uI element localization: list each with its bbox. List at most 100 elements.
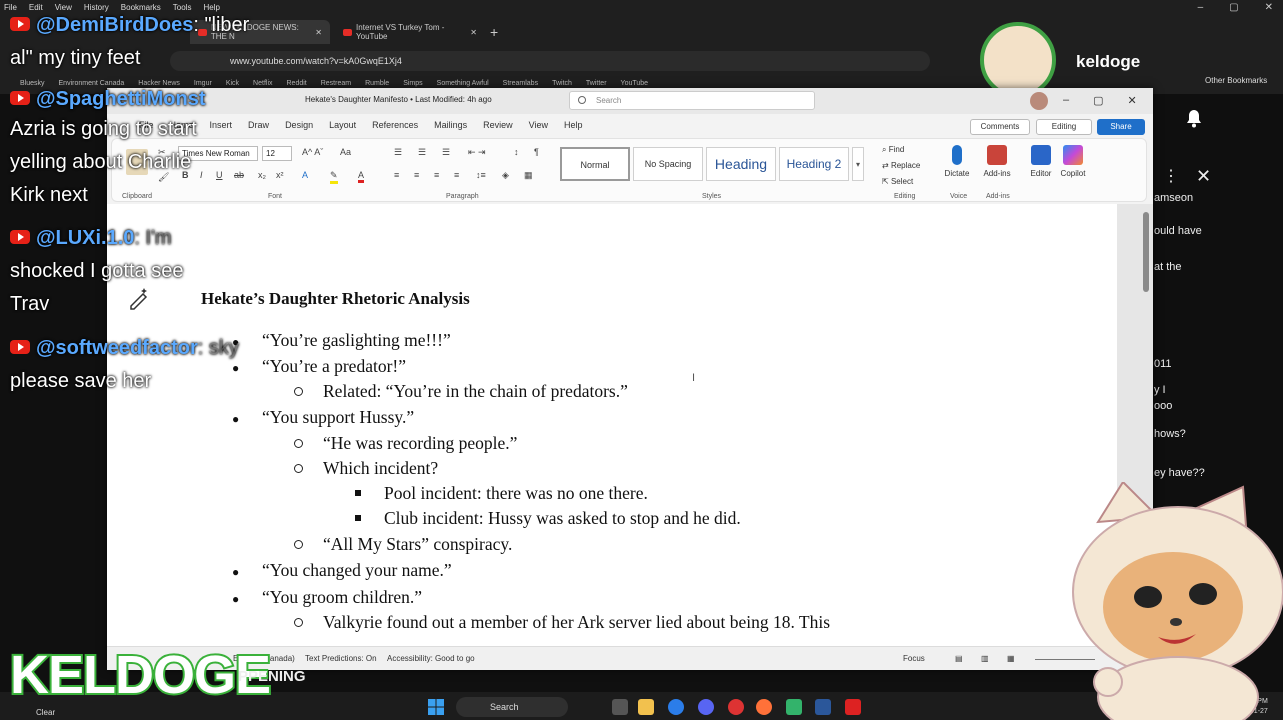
read-mode-icon[interactable]: ▤ bbox=[955, 654, 963, 663]
word-icon[interactable] bbox=[815, 699, 831, 715]
styles-expand-icon[interactable]: ▾ bbox=[852, 147, 864, 181]
browser-tab[interactable]: Internet VS Turkey Tom - YouTube ✕ bbox=[335, 20, 485, 44]
dictate-button[interactable]: Dictate bbox=[940, 145, 974, 178]
account-avatar[interactable] bbox=[1030, 92, 1048, 110]
borders-icon[interactable]: ▦ bbox=[524, 170, 533, 181]
menu-file[interactable]: File bbox=[4, 3, 17, 12]
word-search-input[interactable]: Search bbox=[569, 91, 815, 110]
justify-icon[interactable]: ≡ bbox=[454, 170, 459, 180]
channel-name: keldoge bbox=[1076, 52, 1141, 71]
maximize-icon[interactable]: ▢ bbox=[1093, 94, 1103, 107]
menu-bookmarks[interactable]: Bookmarks bbox=[121, 3, 161, 12]
chat-text: : I'm bbox=[134, 227, 172, 249]
firefox-icon[interactable] bbox=[756, 699, 772, 715]
notifications-bell-icon[interactable] bbox=[1185, 108, 1203, 128]
maximize-icon[interactable]: ▢ bbox=[1229, 2, 1238, 13]
highlight-icon[interactable]: ✎ bbox=[330, 170, 338, 184]
menu-view[interactable]: View bbox=[55, 3, 72, 12]
discord-icon[interactable] bbox=[698, 699, 714, 715]
tab-close-icon[interactable]: ✕ bbox=[470, 28, 477, 37]
web-layout-icon[interactable]: ▦ bbox=[1007, 654, 1015, 663]
more-options-icon[interactable]: ⋮ bbox=[1163, 166, 1179, 186]
file-explorer-icon[interactable] bbox=[638, 699, 654, 715]
line-spacing-icon[interactable]: ↕≡ bbox=[476, 170, 486, 180]
select-button[interactable]: ⇱ Select bbox=[882, 177, 913, 186]
share-button[interactable]: Share bbox=[1097, 119, 1145, 135]
style-no-spacing[interactable]: No Spacing bbox=[633, 147, 703, 181]
bullet-dot: ● bbox=[232, 592, 240, 606]
menu-edit[interactable]: Edit bbox=[29, 3, 43, 12]
chat-text: Kirk next bbox=[10, 184, 88, 206]
align-left-icon[interactable]: ≡ bbox=[394, 170, 399, 180]
tab-references[interactable]: References bbox=[364, 116, 426, 136]
browser-menu-bar: File Edit View History Bookmarks Tools H… bbox=[0, 0, 1283, 14]
bookmark-item[interactable]: Twitter bbox=[586, 80, 607, 87]
addins-button[interactable]: Add-ins bbox=[980, 145, 1014, 178]
windows-start-icon[interactable] bbox=[428, 699, 444, 715]
multilevel-list-icon[interactable]: ☰ bbox=[442, 147, 450, 158]
replace-button[interactable]: ⇄ Replace bbox=[882, 161, 920, 170]
bookmark-item[interactable]: Restream bbox=[321, 80, 351, 87]
align-right-icon[interactable]: ≡ bbox=[434, 170, 439, 180]
weather-widget[interactable]: Clear bbox=[36, 708, 55, 717]
align-center-icon[interactable]: ≡ bbox=[414, 170, 419, 180]
youtube-icon bbox=[10, 229, 30, 244]
tab-layout[interactable]: Layout bbox=[321, 116, 364, 136]
close-icon[interactable]: ✕ bbox=[1128, 94, 1137, 107]
comments-button[interactable]: Comments bbox=[970, 119, 1030, 135]
close-chat-icon[interactable]: ✕ bbox=[1196, 166, 1211, 187]
menu-history[interactable]: History bbox=[84, 3, 109, 12]
tab-mailings[interactable]: Mailings bbox=[426, 116, 475, 136]
bookmark-item[interactable]: Streamlabs bbox=[503, 80, 538, 87]
bookmark-item[interactable]: Rumble bbox=[365, 80, 389, 87]
style-heading-1[interactable]: Heading bbox=[706, 147, 776, 181]
editing-mode-button[interactable]: Editing bbox=[1036, 119, 1092, 135]
pilcrow-icon[interactable]: ¶ bbox=[534, 147, 539, 157]
find-button[interactable]: ⌕ Find bbox=[882, 145, 904, 155]
tab-close-icon[interactable]: ✕ bbox=[315, 28, 322, 37]
task-view-icon[interactable] bbox=[612, 699, 628, 715]
indent-icon[interactable]: ⇤ ⇥ bbox=[468, 147, 486, 158]
edge-icon[interactable] bbox=[668, 699, 684, 715]
group-label: Add-ins bbox=[986, 193, 1010, 200]
new-tab-button[interactable]: + bbox=[490, 24, 498, 40]
bullets-icon[interactable]: ☰ bbox=[394, 147, 402, 158]
accessibility-status[interactable]: Accessibility: Good to go bbox=[387, 654, 475, 663]
menu-help[interactable]: Help bbox=[203, 3, 219, 12]
tab-view[interactable]: View bbox=[521, 116, 556, 136]
grow-font-icon[interactable]: A^ Aˇ bbox=[302, 147, 323, 157]
addins-icon bbox=[987, 145, 1007, 165]
print-layout-icon[interactable]: ▥ bbox=[981, 654, 989, 663]
minimize-icon[interactable]: – bbox=[1198, 2, 1204, 13]
tab-help[interactable]: Help bbox=[556, 116, 591, 136]
document-title[interactable]: Hekate's Daughter Manifesto • Last Modif… bbox=[305, 95, 492, 104]
focus-button[interactable]: Focus bbox=[903, 654, 925, 663]
text-effects-icon[interactable]: A bbox=[302, 170, 308, 180]
menu-tools[interactable]: Tools bbox=[173, 3, 192, 12]
numbering-icon[interactable]: ☰ bbox=[418, 147, 426, 158]
other-bookmarks[interactable]: Other Bookmarks bbox=[1205, 76, 1267, 85]
channel-avatar[interactable] bbox=[980, 22, 1056, 98]
sort-icon[interactable]: ↕ bbox=[514, 147, 519, 157]
text-predictions-status[interactable]: Text Predictions: On bbox=[305, 654, 377, 663]
copilot-button[interactable]: Copilot bbox=[1056, 145, 1090, 178]
bookmark-item[interactable]: Simps bbox=[403, 80, 422, 87]
shading-icon[interactable]: ◈ bbox=[502, 170, 509, 181]
youtube-icon[interactable] bbox=[845, 699, 861, 715]
style-heading-2[interactable]: Heading 2 bbox=[779, 147, 849, 181]
change-case-icon[interactable]: Aa bbox=[340, 147, 351, 157]
bookmark-item[interactable]: Twitch bbox=[552, 80, 572, 87]
tab-review[interactable]: Review bbox=[475, 116, 521, 136]
vertical-scrollbar[interactable] bbox=[1143, 212, 1149, 292]
editor-button[interactable]: Editor bbox=[1024, 145, 1058, 178]
bookmark-item[interactable]: YouTube bbox=[621, 80, 649, 87]
taskbar-search[interactable]: Search bbox=[456, 697, 568, 717]
bullet-dot: ● bbox=[232, 412, 240, 426]
style-normal[interactable]: Normal bbox=[560, 147, 630, 181]
close-icon[interactable]: ✕ bbox=[1265, 2, 1273, 13]
font-color-icon[interactable]: A bbox=[358, 170, 365, 183]
app-icon[interactable] bbox=[786, 699, 802, 715]
minimize-icon[interactable]: – bbox=[1063, 94, 1069, 107]
app-icon[interactable] bbox=[728, 699, 744, 715]
bookmark-item[interactable]: Something Awful bbox=[437, 80, 489, 87]
